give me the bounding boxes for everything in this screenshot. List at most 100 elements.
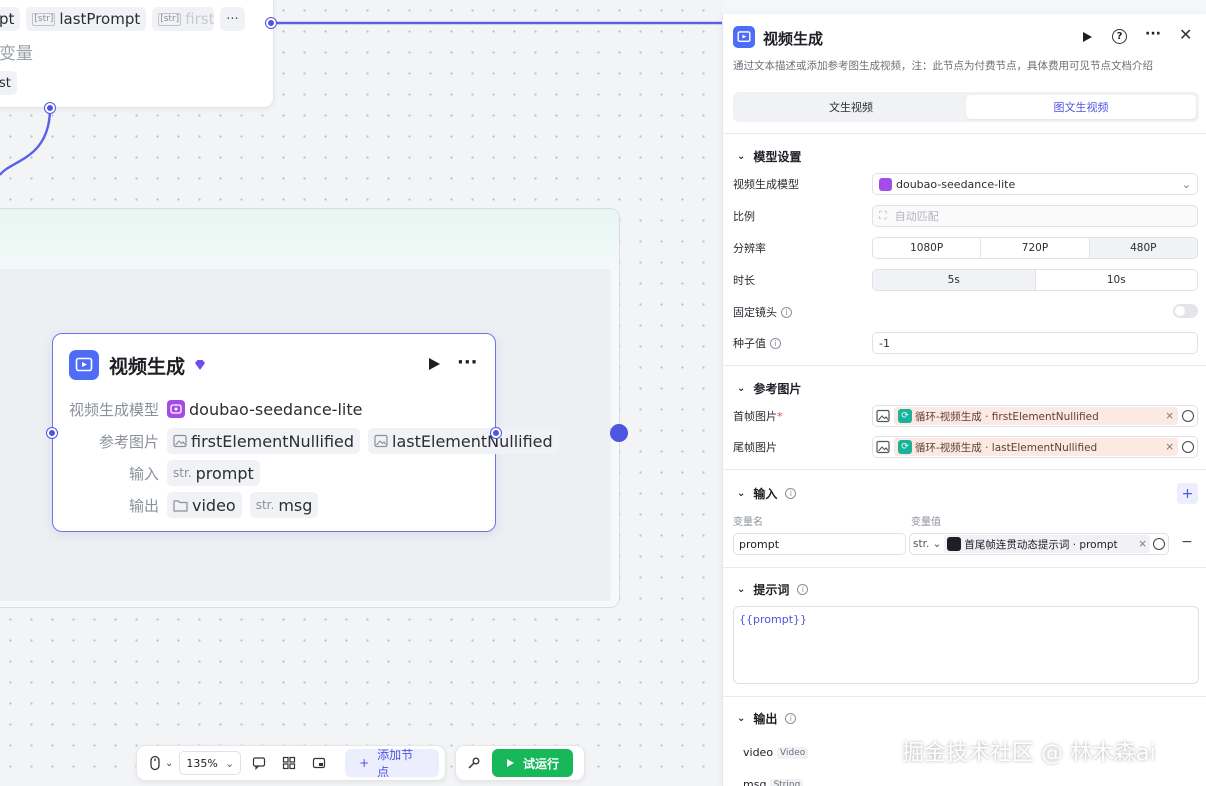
var-tag: [str] lastPrompt (26, 7, 147, 31)
section-input[interactable]: ⌄ 输入 i (737, 485, 797, 502)
info-icon[interactable]: i (781, 306, 792, 318)
output-port[interactable] (491, 428, 501, 438)
variable-ref-tag: ⟳ 循环-视频生成 · lastElementNullified × (894, 438, 1178, 456)
field-label: 视频生成模型 (733, 178, 799, 191)
diamond-icon (195, 360, 205, 370)
info-icon[interactable]: i (770, 337, 781, 349)
field-label: 种子值 i (733, 335, 781, 351)
model-icon (167, 400, 185, 418)
video-generation-node[interactable]: 视频生成 ··· 视频生成模型 doubao-seedance-lite 参考图… (52, 333, 559, 532)
output-port[interactable] (45, 103, 55, 113)
section-output[interactable]: ⌄ 输出 i (737, 710, 797, 727)
target-icon[interactable] (1182, 441, 1194, 453)
comment-icon[interactable] (247, 751, 271, 775)
upstream-node[interactable]: pt [str]lastPrompt [str]firstE ··· 变量 st (0, 0, 274, 108)
chevron-down-icon: ⌄ (737, 151, 746, 162)
minimap-icon[interactable] (307, 751, 331, 775)
duration-option[interactable]: 5s (873, 270, 1036, 290)
more-icon[interactable]: ··· (1145, 26, 1161, 42)
loop-icon: ⟳ (898, 440, 912, 454)
tab-image-text-to-video[interactable]: 图文生视频 (966, 95, 1196, 119)
play-icon[interactable] (426, 356, 442, 372)
play-icon[interactable] (1081, 31, 1093, 43)
duration-segmented: 5s 10s (872, 269, 1198, 291)
image-ref-tag: firstElementNullified (167, 428, 361, 454)
more-icon[interactable]: ··· (457, 352, 478, 373)
section-model-settings[interactable]: ⌄ 模型设置 (737, 148, 801, 165)
chevron-down-icon[interactable]: ⌄ (165, 758, 173, 769)
close-icon[interactable]: ✕ (1179, 25, 1192, 44)
panel-description: 通过文本描述或添加参考图生成视频，注：此节点为付费节点，具体费用可见节点文档介绍 (733, 60, 1153, 72)
resolution-option[interactable]: 480P (1089, 238, 1197, 258)
add-input-button[interactable]: + (1177, 483, 1198, 504)
loop-header (0, 209, 619, 269)
loop-icon: ⟳ (898, 409, 912, 423)
workflow-canvas[interactable]: pt [str]lastPrompt [str]firstE ··· 变量 st… (0, 0, 722, 786)
first-frame-input[interactable]: ⟳ 循环-视频生成 · firstElementNullified × (872, 405, 1198, 427)
info-icon[interactable]: i (785, 713, 797, 724)
divider (723, 365, 1206, 366)
variable-value-input[interactable]: str. ⌄ 首尾帧连贯动态提示词 · prompt × (909, 533, 1169, 555)
input-port[interactable] (47, 428, 57, 438)
var-tag: [str]firstE (152, 7, 215, 31)
divider (723, 133, 1206, 134)
folder-icon (173, 499, 188, 512)
field-label: 首帧图片* (733, 410, 783, 423)
plus-icon: + (359, 756, 370, 770)
field-label: 比例 (733, 210, 755, 223)
last-frame-input[interactable]: ⟳ 循环-视频生成 · lastElementNullified × (872, 436, 1198, 458)
output-port[interactable] (266, 18, 276, 28)
fixed-camera-toggle[interactable] (1173, 304, 1198, 318)
image-icon (374, 434, 388, 448)
target-icon[interactable] (1153, 538, 1165, 550)
target-icon[interactable] (1182, 410, 1194, 422)
var-tag: st (0, 71, 17, 95)
node-config-panel: 视频生成 ? ··· ✕ 通过文本描述或添加参考图生成视频，注：此节点为付费节点… (722, 14, 1206, 786)
panel-title: 视频生成 (763, 30, 824, 48)
info-icon[interactable]: i (797, 584, 809, 595)
loop-output-port[interactable] (610, 424, 628, 442)
wrench-icon[interactable] (462, 751, 486, 775)
remove-icon[interactable]: × (1165, 410, 1174, 422)
resolution-option[interactable]: 1080P (873, 238, 982, 258)
field-label: 视频生成模型 (68, 400, 159, 419)
image-icon (173, 434, 187, 448)
ratio-select[interactable]: ⛶ 自动匹配 (872, 205, 1198, 227)
grid-icon[interactable] (277, 751, 301, 775)
variable-name-input[interactable]: prompt (733, 533, 906, 555)
prompt-editor[interactable]: {{prompt}} (733, 606, 1199, 684)
remove-row-button[interactable]: − (1181, 534, 1193, 550)
info-icon[interactable]: i (785, 488, 797, 499)
zoom-select[interactable]: 135% ⌄ (179, 751, 242, 775)
image-icon (876, 440, 890, 454)
expand-icon: ⛶ (879, 209, 887, 222)
chevron-down-icon: ⌄ (737, 713, 746, 724)
duration-option[interactable]: 10s (1035, 270, 1197, 290)
chevron-down-icon: ⌄ (737, 488, 746, 499)
model-tag: doubao-seedance-lite (167, 396, 362, 422)
mouse-icon[interactable] (143, 751, 167, 775)
resolution-segmented: 1080P 720P 480P (872, 237, 1198, 259)
help-icon[interactable]: ? (1112, 29, 1127, 44)
divider (723, 696, 1206, 697)
tab-text-to-video[interactable]: 文生视频 (736, 95, 966, 119)
seed-input[interactable]: -1 (872, 332, 1198, 354)
more-button[interactable]: ··· (220, 7, 245, 31)
canvas-toolbar: ⌄ 135% ⌄ + 添加节点 (136, 745, 446, 781)
field-label: 尾帧图片 (733, 441, 777, 454)
column-header: 变量名 (733, 517, 763, 528)
remove-icon[interactable]: × (1165, 441, 1174, 453)
field-label: 输出 (128, 496, 159, 515)
section-prompt[interactable]: ⌄ 提示词 i (737, 581, 809, 598)
remove-icon[interactable]: × (1138, 538, 1147, 550)
mode-tabs: 文生视频 图文生视频 (733, 92, 1199, 122)
model-select[interactable]: doubao-seedance-lite ⌄ (872, 173, 1198, 195)
type-select[interactable]: str. ⌄ (913, 538, 941, 550)
type-badge: Video (777, 746, 809, 759)
variable-ref-tag: 首尾帧连贯动态提示词 · prompt × (944, 535, 1150, 553)
test-run-button[interactable]: 试运行 (492, 749, 574, 777)
section-reference-images[interactable]: ⌄ 参考图片 (737, 380, 801, 397)
divider (723, 469, 1206, 470)
add-node-button[interactable]: + 添加节点 (345, 748, 440, 779)
resolution-option[interactable]: 720P (981, 238, 1090, 258)
